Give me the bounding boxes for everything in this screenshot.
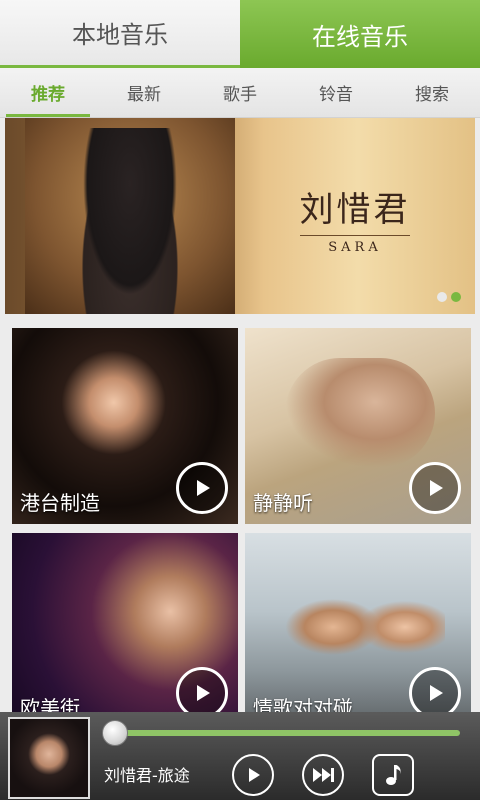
banner-text: 刘惜君 SARA bbox=[285, 182, 425, 255]
playlist-button[interactable] bbox=[372, 754, 414, 796]
music-note-icon bbox=[386, 765, 401, 785]
tile-label: 港台制造 bbox=[20, 491, 100, 515]
playlist-tile-hk-tw[interactable]: 港台制造 bbox=[12, 328, 238, 524]
playlist-tile-quiet[interactable]: 静静听 bbox=[245, 328, 471, 524]
subnav-item-ringtones[interactable]: 铃音 bbox=[288, 68, 384, 117]
featured-banner[interactable]: 刘惜君 SARA bbox=[5, 118, 475, 314]
next-button[interactable] bbox=[302, 754, 344, 796]
page-dot[interactable] bbox=[437, 292, 447, 302]
tab-online-music[interactable]: 在线音乐 bbox=[240, 0, 480, 68]
tab-online-music-label: 在线音乐 bbox=[312, 22, 408, 51]
banner-divider bbox=[300, 235, 410, 236]
subnav-item-label: 搜索 bbox=[415, 85, 449, 105]
play-icon[interactable] bbox=[176, 462, 228, 514]
banner-subtitle: SARA bbox=[328, 240, 382, 255]
mini-player: 刘惜君-旅途 bbox=[0, 712, 480, 800]
subnav-item-label: 最新 bbox=[127, 85, 161, 105]
subnav-item-label: 推荐 bbox=[31, 85, 65, 105]
page-dot-active[interactable] bbox=[451, 292, 461, 302]
subnav-item-label: 歌手 bbox=[223, 85, 257, 105]
subnav-item-search[interactable]: 搜索 bbox=[384, 68, 480, 117]
now-playing-title: 刘惜君-旅途 bbox=[104, 766, 190, 785]
tab-local-music-label: 本地音乐 bbox=[72, 21, 168, 49]
subnav: 推荐 最新 歌手 铃音 搜索 bbox=[0, 68, 480, 118]
play-icon[interactable] bbox=[409, 462, 461, 514]
tile-label: 静静听 bbox=[253, 491, 313, 515]
play-button[interactable] bbox=[232, 754, 274, 796]
progress-thumb[interactable] bbox=[102, 720, 128, 746]
subnav-item-latest[interactable]: 最新 bbox=[96, 68, 192, 117]
playlist-tile-love-duets[interactable]: 情歌对对碰 bbox=[245, 533, 471, 729]
banner-page-indicator bbox=[437, 292, 461, 302]
subnav-item-label: 铃音 bbox=[319, 85, 353, 105]
top-tabs: 本地音乐 在线音乐 bbox=[0, 0, 480, 68]
subnav-item-recommend[interactable]: 推荐 bbox=[0, 68, 96, 117]
album-cover[interactable] bbox=[8, 717, 90, 799]
tab-local-music[interactable]: 本地音乐 bbox=[0, 0, 240, 68]
playlist-tile-western[interactable]: 欧美街 bbox=[12, 533, 238, 729]
progress-bar[interactable] bbox=[110, 730, 460, 736]
next-icon bbox=[313, 768, 334, 782]
album-cover-image bbox=[10, 719, 88, 797]
banner-title: 刘惜君 bbox=[299, 190, 411, 230]
subnav-item-singers[interactable]: 歌手 bbox=[192, 68, 288, 117]
banner-singer-image bbox=[75, 128, 185, 314]
play-icon bbox=[249, 768, 260, 782]
